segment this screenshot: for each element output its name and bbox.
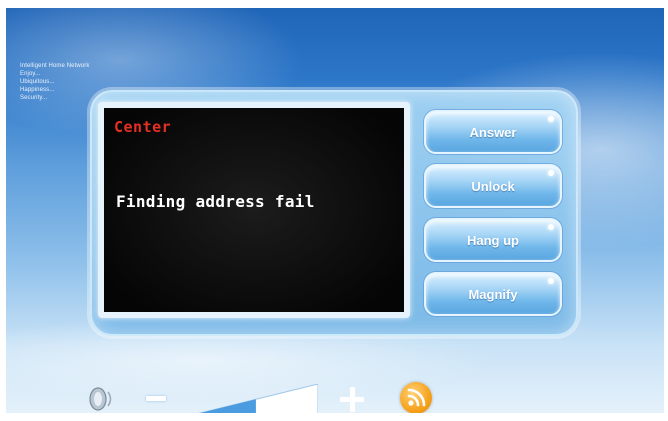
brand-line: Ubiquitous... [20, 79, 55, 85]
sparkle-icon [548, 170, 554, 176]
brand-line: Enjoy... [20, 71, 41, 77]
volume-up-icon-stem[interactable] [350, 387, 355, 412]
unlock-button-label: Unlock [471, 178, 515, 194]
speaker-icon[interactable] [88, 386, 116, 412]
sparkle-icon [548, 116, 554, 122]
hang-up-button-label: Hang up [467, 232, 519, 248]
sparkle-icon [548, 224, 554, 230]
unlock-button[interactable]: Unlock [424, 164, 562, 208]
answer-button-label: Answer [469, 124, 517, 140]
volume-down-icon[interactable] [146, 396, 166, 401]
display-title: Center [114, 118, 172, 136]
intercom-screen: Intelligent Home Network Enjoy... Ubiqui… [0, 0, 668, 421]
rss-icon[interactable] [400, 382, 432, 414]
brand-line: Security... [20, 95, 48, 101]
magnify-button-label: Magnify [468, 286, 518, 302]
magnify-button[interactable]: Magnify [424, 272, 562, 316]
brand-line: Happiness... [20, 87, 55, 93]
volume-slider[interactable] [180, 384, 318, 418]
brand-line: Intelligent Home Network [20, 63, 90, 69]
status-message: Finding address fail [116, 192, 315, 211]
answer-button[interactable]: Answer [424, 110, 562, 154]
brand-tagline: Intelligent Home Network Enjoy... Ubiqui… [20, 62, 89, 102]
hang-up-button[interactable]: Hang up [424, 218, 562, 262]
video-display: Center Finding address fail [104, 108, 404, 312]
sparkle-icon [548, 278, 554, 284]
